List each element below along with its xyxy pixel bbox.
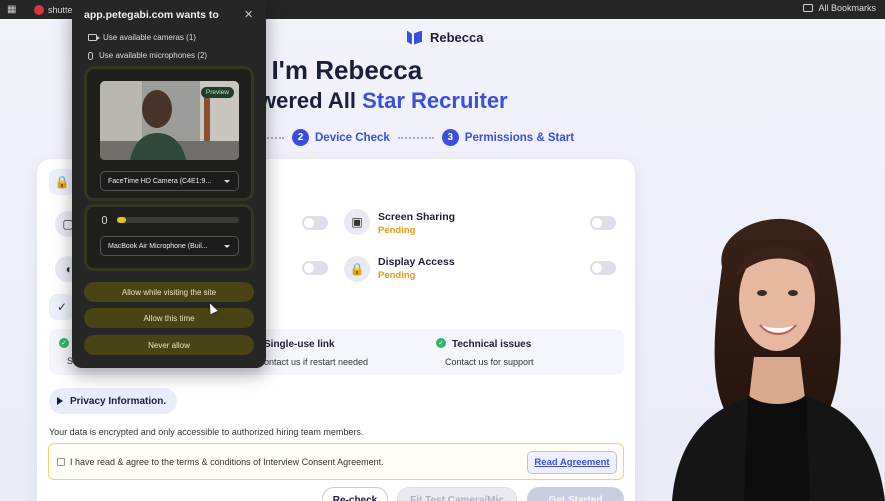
camera-icon (88, 34, 100, 41)
cameras-permission-line: Use available cameras (1) (88, 33, 196, 42)
camera-select[interactable]: FaceTime HD Camera (C4E1:9... (100, 171, 239, 191)
privacy-label: Privacy Information. (70, 395, 167, 407)
cameras-text: Use available cameras (1) (103, 33, 196, 42)
caret-right-icon (57, 397, 63, 405)
microphone-select[interactable]: MacBook Air Microphone (Buil... (100, 236, 239, 256)
close-icon[interactable]: ✕ (244, 8, 253, 21)
technical-issues-title: Technical issues (452, 339, 532, 350)
camera-select-value: FaceTime HD Camera (C4E1:9... (108, 177, 212, 185)
check-icon: ✓ (436, 338, 446, 348)
browser-tab[interactable]: shutter (26, 0, 76, 19)
recruiter-avatar (672, 218, 885, 501)
display-access-status: Pending (378, 270, 416, 281)
mic-level-meter (117, 217, 239, 223)
all-bookmarks[interactable]: All Bookmarks (803, 3, 876, 13)
screen-sharing-status: Pending (378, 225, 416, 236)
allow-this-time-button[interactable]: Allow this time (84, 308, 254, 328)
screen-share-icon: ▣ (344, 209, 370, 235)
recheck-button[interactable]: Re-check (322, 487, 388, 501)
tab-favicon-icon (34, 4, 44, 15)
microphones-text: Use available microphones (2) (99, 51, 208, 60)
encryption-note: Your data is encrypted and only accessib… (49, 427, 364, 437)
step-connector (397, 136, 434, 139)
display-access-toggle[interactable] (590, 261, 616, 275)
read-agreement-button[interactable]: Read Agreement (527, 451, 617, 474)
agree-checkbox[interactable] (57, 458, 65, 466)
allow-while-visiting-button[interactable]: Allow while visiting the site (84, 282, 254, 302)
brand-logo-right-icon (414, 30, 422, 45)
popup-title: app.petegabi.com wants to (84, 9, 219, 21)
mic-level-fill (117, 217, 126, 223)
camera-panel: Preview FaceTime HD Camera (C4E1:9... (84, 66, 254, 201)
microphone-icon (88, 51, 93, 60)
folder-icon (803, 4, 814, 12)
step-3-number: 3 (441, 129, 459, 146)
display-access-icon: 🔒 (344, 256, 370, 282)
chevron-down-icon (224, 245, 230, 248)
preview-badge: Preview (200, 87, 234, 98)
bookmarks-label: All Bookmarks (818, 3, 876, 13)
never-allow-button[interactable]: Never allow (84, 335, 254, 355)
display-access-title: Display Access (378, 256, 455, 268)
step-2-label: Device Check (315, 131, 390, 144)
stepper: 2 Device Check 3 Permissions & Start (240, 129, 574, 146)
step-2-number: 2 (292, 129, 309, 146)
brand-header: Rebecca (407, 30, 483, 45)
get-started-button[interactable]: Get Started (527, 487, 624, 501)
camera-toggle[interactable] (302, 216, 328, 230)
agree-text: I have read & agree to the terms & condi… (70, 457, 384, 467)
brand-name: Rebecca (430, 30, 484, 45)
microphone-icon (102, 216, 107, 224)
fix-camera-mic-button[interactable]: Fit Test Camera/Mic (397, 487, 517, 501)
single-use-title: Single-use link (264, 339, 335, 350)
check-icon: ✓ (59, 338, 69, 348)
step-3-label: Permissions & Start (464, 131, 575, 144)
screen-sharing-title: Screen Sharing (378, 211, 456, 223)
privacy-toggle[interactable]: Privacy Information. (49, 388, 177, 414)
subtitle-accent: Star Recruiter (362, 88, 508, 113)
mic-select-value: MacBook Air Microphone (Buil... (108, 242, 208, 250)
technical-issues-subtitle: Contact us for support (445, 357, 534, 367)
page-title: , I'm Rebecca (257, 55, 423, 85)
chevron-down-icon (224, 180, 230, 183)
camera-preview: Preview (100, 81, 239, 160)
mic-toggle[interactable] (302, 261, 328, 275)
microphone-panel: MacBook Air Microphone (Buil... (84, 204, 254, 271)
screen-sharing-toggle[interactable] (590, 216, 616, 230)
subtitle-prefix: wered All (259, 88, 363, 113)
permission-popup: app.petegabi.com wants to ✕ Use availabl… (72, 0, 266, 368)
microphones-permission-line: Use available microphones (2) (88, 51, 207, 60)
page-subtitle: wered All Star Recruiter (259, 88, 508, 114)
apps-grid-icon[interactable]: ▦ (7, 4, 16, 15)
agreement-box: I have read & agree to the terms & condi… (48, 443, 624, 480)
single-use-subtitle: ontact us if restart needed (264, 357, 369, 367)
